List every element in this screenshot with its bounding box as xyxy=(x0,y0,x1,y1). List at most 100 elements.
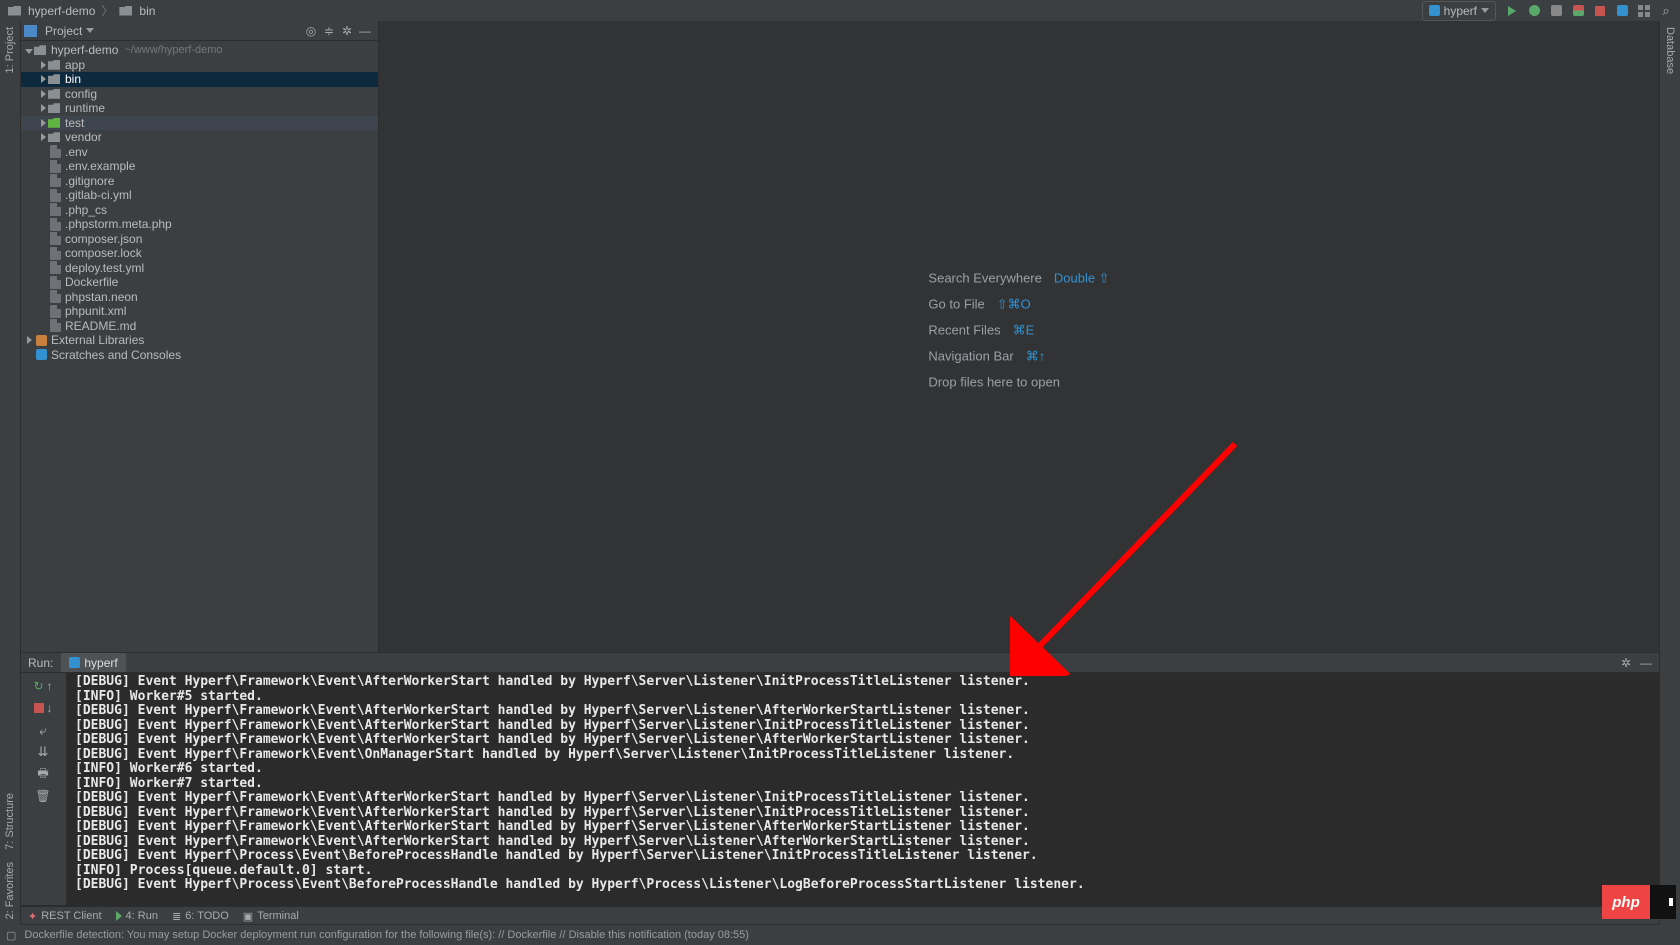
tree-root[interactable]: hyperf-demo~/www/hyperf-demo xyxy=(20,43,378,58)
tree-file[interactable]: .phpstorm.meta.php xyxy=(20,217,378,232)
hint-recent-label: Recent Files xyxy=(928,323,1000,338)
chevron-right-icon xyxy=(38,130,48,144)
coverage-icon xyxy=(1551,5,1562,16)
stop-process-button[interactable]: ↓ xyxy=(24,699,62,717)
run-panel-hide-button[interactable]: — xyxy=(1636,654,1656,672)
tree-folder-bin[interactable]: bin xyxy=(20,72,378,87)
run-panel-label: Run: xyxy=(20,656,61,670)
tool-windows-toggle-icon[interactable]: ▢ xyxy=(6,929,16,942)
expand-all-button[interactable]: ≑ xyxy=(320,22,338,40)
profile-icon xyxy=(1573,5,1584,16)
file-icon xyxy=(48,290,63,303)
breadcrumb-root[interactable]: hyperf-demo xyxy=(28,4,95,18)
tree-external-libraries[interactable]: External Libraries xyxy=(20,333,378,348)
tree-item-label: .env xyxy=(65,145,88,159)
project-tree[interactable]: hyperf-demo~/www/hyperf-demoappbinconfig… xyxy=(20,41,378,652)
clear-all-button[interactable]: 🗑 xyxy=(24,787,62,805)
tree-file[interactable]: phpstan.neon xyxy=(20,290,378,305)
tool-button-rest-client[interactable]: ✦REST Client xyxy=(28,910,102,923)
tree-file[interactable]: deploy.test.yml xyxy=(20,261,378,276)
run-panel-settings-button[interactable]: ✲ xyxy=(1616,654,1636,672)
locate-file-button[interactable]: ◎ xyxy=(302,22,320,40)
tree-item-label: README.md xyxy=(65,319,136,333)
editor-empty-hints: Search Everywhere Double ⇧ Go to File ⇧⌘… xyxy=(928,260,1109,399)
tree-item-label: Scratches and Consoles xyxy=(51,348,181,362)
project-view-icon xyxy=(24,25,37,37)
ide-settings-button[interactable] xyxy=(1634,2,1654,20)
project-root-icon xyxy=(34,45,49,55)
tree-file[interactable]: phpunit.xml xyxy=(20,304,378,319)
tree-item-label: Dockerfile xyxy=(65,275,118,289)
breadcrumb[interactable]: hyperf-demo 〉 bin xyxy=(4,2,155,19)
tree-file[interactable]: .php_cs xyxy=(20,203,378,218)
tree-file[interactable]: Dockerfile xyxy=(20,275,378,290)
tree-file[interactable]: composer.lock xyxy=(20,246,378,261)
tree-scratches[interactable]: Scratches and Consoles xyxy=(20,348,378,363)
tree-file[interactable]: .gitlab-ci.yml xyxy=(20,188,378,203)
file-icon xyxy=(48,145,63,158)
debug-button[interactable] xyxy=(1524,2,1544,20)
tree-item-label: runtime xyxy=(65,101,105,115)
hint-goto-label: Go to File xyxy=(928,297,984,312)
print-button[interactable]: 🖶 xyxy=(24,765,62,783)
chevron-down-icon[interactable] xyxy=(86,28,94,33)
file-icon xyxy=(48,174,63,187)
tool-button-terminal[interactable]: ▣Terminal xyxy=(243,910,299,923)
coverage-button[interactable] xyxy=(1546,2,1566,20)
file-icon xyxy=(48,276,63,289)
breadcrumb-item[interactable]: bin xyxy=(139,4,155,18)
tool-button-todo[interactable]: ≣6: TODO xyxy=(172,910,229,923)
panel-settings-button[interactable]: ✲ xyxy=(338,22,356,40)
tree-file[interactable]: README.md xyxy=(20,319,378,334)
status-message[interactable]: Dockerfile detection: You may setup Dock… xyxy=(24,929,749,941)
tree-item-label: phpstan.neon xyxy=(65,290,138,304)
file-icon xyxy=(48,261,63,274)
run-button[interactable] xyxy=(1502,2,1522,20)
hide-panel-button[interactable]: — xyxy=(356,22,374,40)
tool-button-run[interactable]: 4: Run xyxy=(116,910,158,922)
stop-icon xyxy=(1595,6,1605,16)
file-icon xyxy=(48,247,63,260)
bug-icon xyxy=(1529,5,1540,16)
tree-item-label: composer.json xyxy=(65,232,142,246)
scroll-to-end-button[interactable]: ⇊ xyxy=(24,743,62,761)
tool-tab-project[interactable]: 1: Project xyxy=(2,21,18,79)
toggle-soft-wrap-button[interactable]: ⤶ xyxy=(24,721,62,739)
chevron-down-icon xyxy=(1481,8,1489,13)
tree-folder-app[interactable]: app xyxy=(20,58,378,73)
tree-file[interactable]: .env xyxy=(20,145,378,160)
run-console-output[interactable]: [DEBUG] Event Hyperf\Framework\Event\Aft… xyxy=(67,673,1660,905)
tree-file[interactable]: .gitignore xyxy=(20,174,378,189)
project-tool-window: Project ◎ ≑ ✲ — hyperf-demo~/www/hyperf-… xyxy=(20,21,379,652)
profile-button[interactable] xyxy=(1568,2,1588,20)
libraries-icon xyxy=(34,335,49,346)
chevron-down-icon xyxy=(24,43,34,57)
tool-tab-favorites[interactable]: 2: Favorites xyxy=(2,856,18,925)
project-view-title[interactable]: Project xyxy=(45,24,82,38)
php-watermark-text: php xyxy=(1602,885,1650,919)
vcs-update-button[interactable] xyxy=(1612,2,1632,20)
chevron-right-icon xyxy=(24,333,34,347)
tree-folder-config[interactable]: config xyxy=(20,87,378,102)
tool-tab-database[interactable]: Database xyxy=(1662,21,1678,80)
tree-file[interactable]: composer.json xyxy=(20,232,378,247)
tree-folder-test[interactable]: test xyxy=(20,116,378,131)
search-everywhere-button[interactable]: ⌕ xyxy=(1656,2,1676,20)
run-configuration-selector[interactable]: hyperf xyxy=(1422,1,1496,21)
tool-tab-structure[interactable]: 7: Structure xyxy=(2,787,18,856)
tree-folder-runtime[interactable]: runtime xyxy=(20,101,378,116)
run-tab-active[interactable]: hyperf xyxy=(61,653,125,672)
chevron-right-icon xyxy=(38,116,48,130)
folder-icon xyxy=(48,132,63,142)
rerun-button[interactable]: ↻↑ xyxy=(24,677,62,695)
run-gutter: ↻↑ ↓ ⤶ ⇊ 🖶 🗑 xyxy=(20,673,67,905)
file-icon xyxy=(48,305,63,318)
scratches-icon xyxy=(34,349,49,360)
editor-area[interactable]: Search Everywhere Double ⇧ Go to File ⇧⌘… xyxy=(379,21,1660,652)
stop-button[interactable] xyxy=(1590,2,1610,20)
tree-file[interactable]: .env.example xyxy=(20,159,378,174)
vcs-icon xyxy=(1617,5,1628,16)
file-icon xyxy=(48,232,63,245)
grid-icon xyxy=(1638,5,1650,17)
tree-folder-vendor[interactable]: vendor xyxy=(20,130,378,145)
